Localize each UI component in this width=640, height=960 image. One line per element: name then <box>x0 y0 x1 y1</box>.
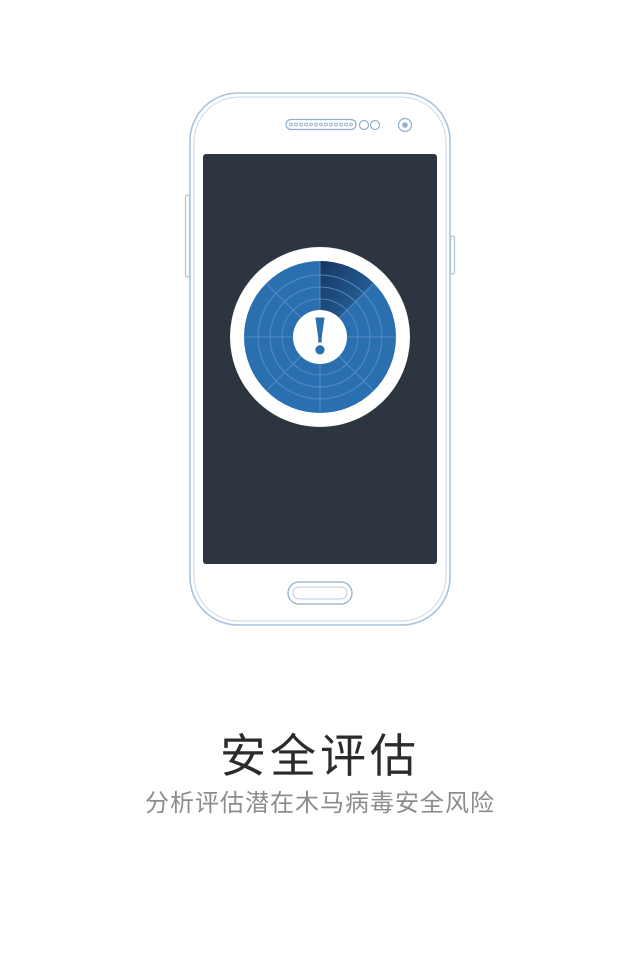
speaker-grill <box>285 118 357 131</box>
exclamation-mark: ! <box>309 307 331 366</box>
home-button <box>287 581 353 605</box>
front-camera-icon <box>397 117 413 133</box>
onboarding-page: ! 安全评估 分析评估潜在木马病毒安全风险 <box>0 0 640 960</box>
phone-illustration: ! <box>184 92 456 626</box>
warning-radar-icon: ! <box>230 247 410 427</box>
page-subtitle: 分析评估潜在木马病毒安全风险 <box>145 789 495 817</box>
page-title: 安全评估 <box>220 729 420 783</box>
